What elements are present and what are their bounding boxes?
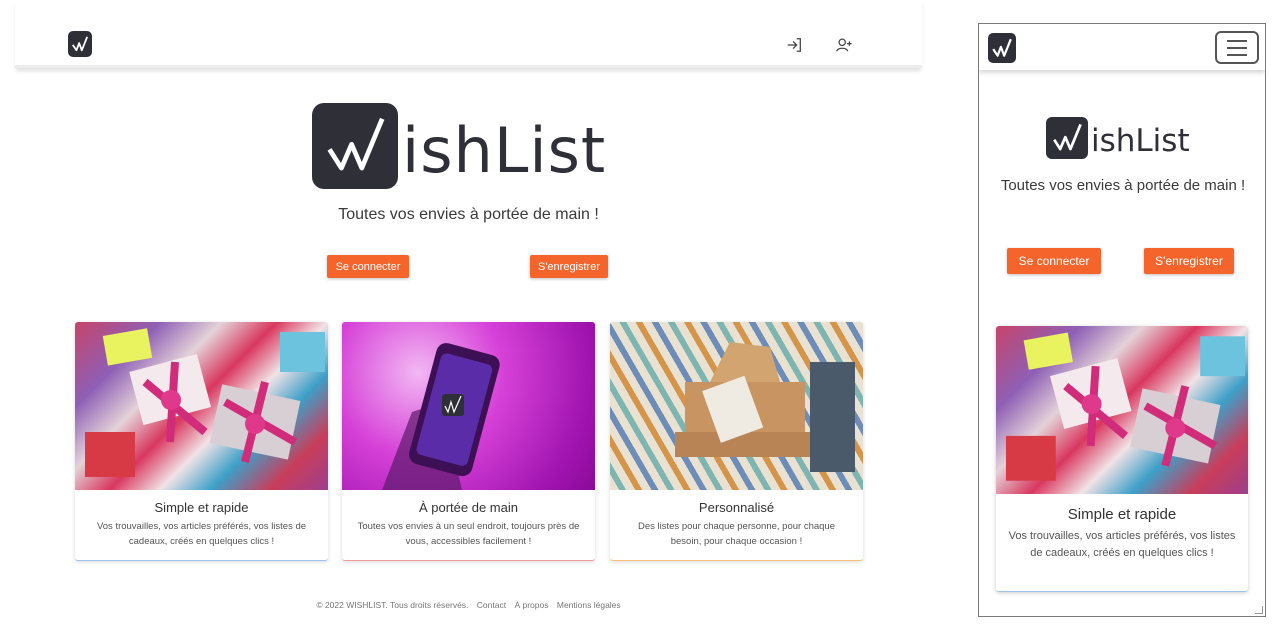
card-title: Simple et rapide xyxy=(1067,506,1177,523)
gift-box-tag-image xyxy=(610,322,863,490)
footer-link-about[interactable]: À propos xyxy=(514,600,548,610)
logo-checkmark-icon xyxy=(72,36,89,52)
login-arrow-icon[interactable] xyxy=(783,34,805,56)
footer-link-contact[interactable]: Contact xyxy=(477,600,506,610)
register-button[interactable]: S'enregistrer xyxy=(530,255,608,278)
feature-card-simple: Simple et rapide Vos trouvailles, vos ar… xyxy=(75,322,328,561)
brand-name: ishList xyxy=(402,114,607,187)
hamburger-menu-icon[interactable] xyxy=(1215,31,1259,64)
phone-app-image xyxy=(342,322,595,490)
card-title: Simple et rapide xyxy=(154,500,249,515)
card-description: Vos trouvailles, vos articles préférés, … xyxy=(96,521,307,547)
login-button[interactable]: Se connecter xyxy=(327,255,409,278)
mobile-hero-tagline: Toutes vos envies à portée de main ! xyxy=(1000,177,1246,194)
nav-logo[interactable] xyxy=(68,31,92,57)
hero-tagline: Toutes vos envies à portée de main ! xyxy=(338,206,599,223)
mobile-register-button[interactable]: S'enregistrer xyxy=(1144,248,1234,274)
resize-grip[interactable] xyxy=(1255,606,1263,614)
card-description: Des listes pour chaque personne, pour ch… xyxy=(638,521,835,547)
wrapped-gifts-image xyxy=(75,322,328,490)
mobile-login-button[interactable]: Se connecter xyxy=(1007,248,1101,274)
card-title: À portée de main xyxy=(418,500,518,515)
logo-checkmark-icon xyxy=(992,38,1012,57)
desktop-view: ishList Toutes vos envies à portée de ma… xyxy=(0,0,930,640)
feature-card-personnalise: Personnalisé Des listes pour chaque pers… xyxy=(610,322,863,561)
mobile-nav-logo[interactable] xyxy=(988,33,1016,63)
mobile-navbar xyxy=(979,24,1265,70)
card-description: Toutes vos envies à un seul endroit, tou… xyxy=(357,521,580,547)
card-title: Personnalisé xyxy=(698,500,775,515)
mobile-hero-logo-icon xyxy=(1046,117,1088,159)
mobile-view: ishList Toutes vos envies à portée de ma… xyxy=(978,23,1266,617)
feature-card-portee: À portée de main Toutes vos envies à un … xyxy=(342,322,595,561)
card-description: Vos trouvailles, vos articles préférés, … xyxy=(1008,530,1236,559)
wrapped-gifts-image xyxy=(996,326,1248,494)
footer: © 2022 WISHLIST. Tous droits réservés. C… xyxy=(0,600,937,610)
screenshot-stage: ishList Toutes vos envies à portée de ma… xyxy=(0,0,1280,640)
footer-copyright: © 2022 WISHLIST. Tous droits réservés. xyxy=(316,600,469,610)
footer-link-legal[interactable]: Mentions légales xyxy=(557,600,621,610)
user-plus-icon[interactable] xyxy=(833,34,855,56)
hero-logo-icon xyxy=(312,103,398,189)
mobile-brand-name: ishList xyxy=(1091,123,1190,159)
mobile-feature-card-simple: Simple et rapide Vos trouvailles, vos ar… xyxy=(996,326,1248,592)
navbar xyxy=(15,0,922,68)
